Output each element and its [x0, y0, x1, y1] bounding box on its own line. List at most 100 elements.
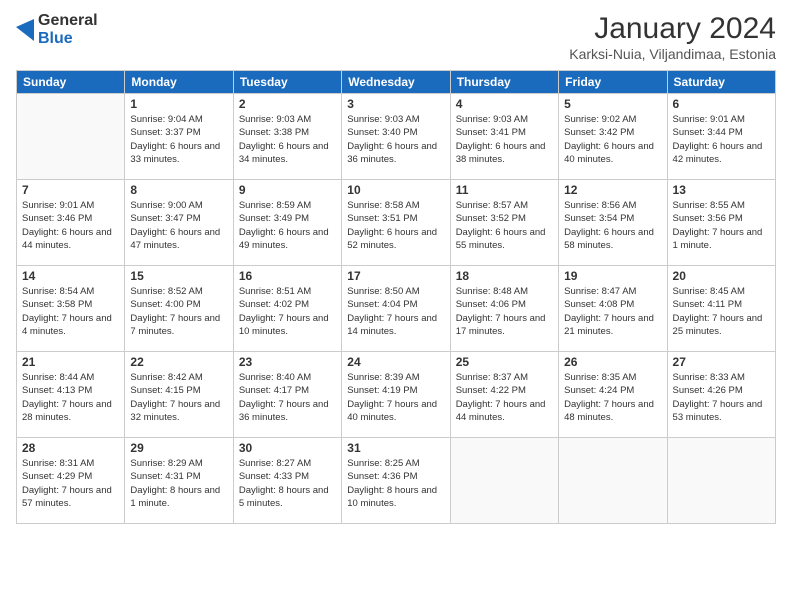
day-number: 3 — [347, 97, 444, 111]
day-cell: 6 Sunrise: 9:01 AMSunset: 3:44 PMDayligh… — [667, 94, 775, 180]
day-number: 8 — [130, 183, 227, 197]
day-number: 1 — [130, 97, 227, 111]
calendar: SundayMondayTuesdayWednesdayThursdayFrid… — [16, 70, 776, 524]
day-info: Sunrise: 8:45 AMSunset: 4:11 PMDaylight:… — [673, 285, 770, 338]
week-row-1: 1 Sunrise: 9:04 AMSunset: 3:37 PMDayligh… — [17, 94, 776, 180]
day-cell: 18 Sunrise: 8:48 AMSunset: 4:06 PMDaylig… — [450, 266, 558, 352]
day-cell: 16 Sunrise: 8:51 AMSunset: 4:02 PMDaylig… — [233, 266, 341, 352]
day-cell: 30 Sunrise: 8:27 AMSunset: 4:33 PMDaylig… — [233, 438, 341, 524]
day-info: Sunrise: 9:01 AMSunset: 3:44 PMDaylight:… — [673, 113, 770, 166]
day-number: 9 — [239, 183, 336, 197]
day-cell: 2 Sunrise: 9:03 AMSunset: 3:38 PMDayligh… — [233, 94, 341, 180]
logo-blue: Blue — [38, 30, 98, 48]
day-number: 15 — [130, 269, 227, 283]
day-info: Sunrise: 8:48 AMSunset: 4:06 PMDaylight:… — [456, 285, 553, 338]
logo: General Blue — [16, 12, 98, 47]
day-cell: 22 Sunrise: 8:42 AMSunset: 4:15 PMDaylig… — [125, 352, 233, 438]
day-number: 2 — [239, 97, 336, 111]
day-cell: 12 Sunrise: 8:56 AMSunset: 3:54 PMDaylig… — [559, 180, 667, 266]
day-cell: 1 Sunrise: 9:04 AMSunset: 3:37 PMDayligh… — [125, 94, 233, 180]
weekday-header-monday: Monday — [125, 71, 233, 94]
location: Karksi-Nuia, Viljandimaa, Estonia — [569, 46, 776, 62]
day-number: 16 — [239, 269, 336, 283]
day-info: Sunrise: 8:54 AMSunset: 3:58 PMDaylight:… — [22, 285, 119, 338]
day-cell: 9 Sunrise: 8:59 AMSunset: 3:49 PMDayligh… — [233, 180, 341, 266]
page: General Blue January 2024 Karksi-Nuia, V… — [0, 0, 792, 612]
day-cell: 5 Sunrise: 9:02 AMSunset: 3:42 PMDayligh… — [559, 94, 667, 180]
title-block: January 2024 Karksi-Nuia, Viljandimaa, E… — [569, 12, 776, 62]
week-row-4: 21 Sunrise: 8:44 AMSunset: 4:13 PMDaylig… — [17, 352, 776, 438]
day-info: Sunrise: 8:31 AMSunset: 4:29 PMDaylight:… — [22, 457, 119, 510]
day-cell — [667, 438, 775, 524]
logo-general: General — [38, 12, 98, 30]
day-number: 14 — [22, 269, 119, 283]
day-info: Sunrise: 9:03 AMSunset: 3:40 PMDaylight:… — [347, 113, 444, 166]
day-number: 29 — [130, 441, 227, 455]
weekday-header-wednesday: Wednesday — [342, 71, 450, 94]
day-number: 11 — [456, 183, 553, 197]
day-cell: 31 Sunrise: 8:25 AMSunset: 4:36 PMDaylig… — [342, 438, 450, 524]
day-info: Sunrise: 8:27 AMSunset: 4:33 PMDaylight:… — [239, 457, 336, 510]
day-info: Sunrise: 8:59 AMSunset: 3:49 PMDaylight:… — [239, 199, 336, 252]
day-info: Sunrise: 8:47 AMSunset: 4:08 PMDaylight:… — [564, 285, 661, 338]
day-info: Sunrise: 9:02 AMSunset: 3:42 PMDaylight:… — [564, 113, 661, 166]
day-cell — [559, 438, 667, 524]
day-info: Sunrise: 8:51 AMSunset: 4:02 PMDaylight:… — [239, 285, 336, 338]
day-info: Sunrise: 8:37 AMSunset: 4:22 PMDaylight:… — [456, 371, 553, 424]
day-number: 27 — [673, 355, 770, 369]
day-number: 20 — [673, 269, 770, 283]
day-cell: 29 Sunrise: 8:29 AMSunset: 4:31 PMDaylig… — [125, 438, 233, 524]
day-cell: 14 Sunrise: 8:54 AMSunset: 3:58 PMDaylig… — [17, 266, 125, 352]
day-info: Sunrise: 9:00 AMSunset: 3:47 PMDaylight:… — [130, 199, 227, 252]
day-info: Sunrise: 8:52 AMSunset: 4:00 PMDaylight:… — [130, 285, 227, 338]
day-cell: 3 Sunrise: 9:03 AMSunset: 3:40 PMDayligh… — [342, 94, 450, 180]
header: General Blue January 2024 Karksi-Nuia, V… — [16, 12, 776, 62]
month-year: January 2024 — [569, 12, 776, 46]
day-cell: 10 Sunrise: 8:58 AMSunset: 3:51 PMDaylig… — [342, 180, 450, 266]
day-info: Sunrise: 8:55 AMSunset: 3:56 PMDaylight:… — [673, 199, 770, 252]
week-row-2: 7 Sunrise: 9:01 AMSunset: 3:46 PMDayligh… — [17, 180, 776, 266]
day-info: Sunrise: 8:58 AMSunset: 3:51 PMDaylight:… — [347, 199, 444, 252]
day-cell: 11 Sunrise: 8:57 AMSunset: 3:52 PMDaylig… — [450, 180, 558, 266]
day-cell — [450, 438, 558, 524]
day-info: Sunrise: 9:03 AMSunset: 3:41 PMDaylight:… — [456, 113, 553, 166]
day-number: 10 — [347, 183, 444, 197]
day-info: Sunrise: 8:25 AMSunset: 4:36 PMDaylight:… — [347, 457, 444, 510]
day-cell: 20 Sunrise: 8:45 AMSunset: 4:11 PMDaylig… — [667, 266, 775, 352]
day-info: Sunrise: 8:50 AMSunset: 4:04 PMDaylight:… — [347, 285, 444, 338]
day-cell: 8 Sunrise: 9:00 AMSunset: 3:47 PMDayligh… — [125, 180, 233, 266]
day-cell: 19 Sunrise: 8:47 AMSunset: 4:08 PMDaylig… — [559, 266, 667, 352]
weekday-header-friday: Friday — [559, 71, 667, 94]
day-info: Sunrise: 8:33 AMSunset: 4:26 PMDaylight:… — [673, 371, 770, 424]
day-cell: 24 Sunrise: 8:39 AMSunset: 4:19 PMDaylig… — [342, 352, 450, 438]
day-cell: 28 Sunrise: 8:31 AMSunset: 4:29 PMDaylig… — [17, 438, 125, 524]
day-cell: 15 Sunrise: 8:52 AMSunset: 4:00 PMDaylig… — [125, 266, 233, 352]
logo-text: General Blue — [38, 12, 98, 47]
day-number: 22 — [130, 355, 227, 369]
day-number: 26 — [564, 355, 661, 369]
day-number: 19 — [564, 269, 661, 283]
day-number: 24 — [347, 355, 444, 369]
day-number: 7 — [22, 183, 119, 197]
weekday-header-sunday: Sunday — [17, 71, 125, 94]
day-info: Sunrise: 8:39 AMSunset: 4:19 PMDaylight:… — [347, 371, 444, 424]
day-info: Sunrise: 8:56 AMSunset: 3:54 PMDaylight:… — [564, 199, 661, 252]
day-cell: 23 Sunrise: 8:40 AMSunset: 4:17 PMDaylig… — [233, 352, 341, 438]
day-cell — [17, 94, 125, 180]
day-info: Sunrise: 9:04 AMSunset: 3:37 PMDaylight:… — [130, 113, 227, 166]
day-number: 13 — [673, 183, 770, 197]
day-info: Sunrise: 8:44 AMSunset: 4:13 PMDaylight:… — [22, 371, 119, 424]
day-number: 5 — [564, 97, 661, 111]
day-number: 23 — [239, 355, 336, 369]
day-number: 21 — [22, 355, 119, 369]
day-cell: 7 Sunrise: 9:01 AMSunset: 3:46 PMDayligh… — [17, 180, 125, 266]
weekday-header-thursday: Thursday — [450, 71, 558, 94]
day-number: 4 — [456, 97, 553, 111]
day-cell: 26 Sunrise: 8:35 AMSunset: 4:24 PMDaylig… — [559, 352, 667, 438]
day-number: 18 — [456, 269, 553, 283]
day-number: 30 — [239, 441, 336, 455]
day-cell: 27 Sunrise: 8:33 AMSunset: 4:26 PMDaylig… — [667, 352, 775, 438]
day-cell: 4 Sunrise: 9:03 AMSunset: 3:41 PMDayligh… — [450, 94, 558, 180]
day-cell: 13 Sunrise: 8:55 AMSunset: 3:56 PMDaylig… — [667, 180, 775, 266]
day-number: 17 — [347, 269, 444, 283]
